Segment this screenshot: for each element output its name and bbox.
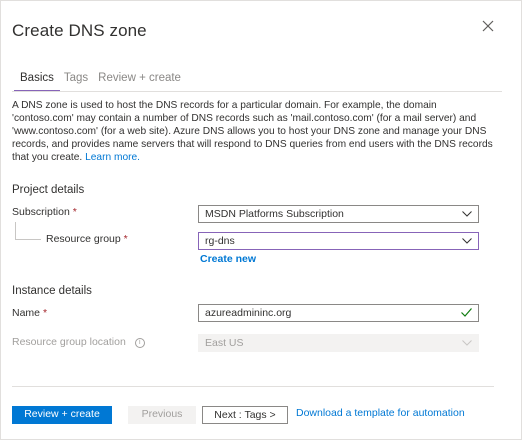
- name-label-text: Name: [12, 307, 41, 319]
- close-icon[interactable]: [480, 18, 496, 34]
- tab-divider: [12, 91, 502, 92]
- learn-more-link[interactable]: Learn more.: [85, 152, 140, 163]
- tab-review-create[interactable]: Review + create: [98, 72, 181, 90]
- next-tags-button[interactable]: Next : Tags >: [202, 406, 288, 424]
- resource-group-value: rg-dns: [205, 235, 235, 247]
- create-new-link[interactable]: Create new: [200, 253, 256, 265]
- chevron-down-icon: [462, 211, 472, 217]
- location-value: East US: [205, 337, 244, 349]
- name-input[interactable]: azureadmininc.org: [198, 304, 479, 322]
- required-marker: *: [123, 233, 128, 245]
- resource-group-select[interactable]: rg-dns: [198, 232, 479, 250]
- checkmark-icon: [461, 308, 472, 317]
- instance-details-heading: Instance details: [12, 285, 92, 297]
- previous-button: Previous: [128, 406, 196, 424]
- name-label: Name *: [12, 307, 47, 319]
- tab-bar: Basics Tags Review + create: [14, 72, 191, 92]
- subscription-label-text: Subscription: [12, 206, 70, 218]
- resource-group-label: Resource group *: [46, 233, 128, 245]
- description: A DNS zone is used to host the DNS recor…: [12, 99, 500, 164]
- subscription-select[interactable]: MSDN Platforms Subscription: [198, 205, 479, 223]
- name-value: azureadmininc.org: [205, 307, 292, 319]
- subscription-label: Subscription *: [12, 206, 77, 218]
- chevron-down-icon: [462, 340, 472, 346]
- required-marker: *: [72, 206, 77, 218]
- tab-tags[interactable]: Tags: [64, 72, 88, 90]
- project-details-heading: Project details: [12, 184, 85, 196]
- location-label: Resource group location i: [12, 336, 145, 348]
- page-title: Create DNS zone: [12, 21, 147, 40]
- required-marker: *: [42, 307, 48, 319]
- location-label-text: Resource group location: [12, 336, 126, 348]
- tree-connector: [15, 222, 41, 240]
- tab-basics[interactable]: Basics: [14, 72, 60, 92]
- resource-group-label-text: Resource group: [46, 233, 121, 245]
- location-select: East US: [198, 334, 479, 352]
- download-template-link[interactable]: Download a template for automation: [296, 407, 465, 419]
- subscription-value: MSDN Platforms Subscription: [205, 208, 344, 220]
- footer-divider: [12, 386, 494, 387]
- chevron-down-icon: [462, 238, 472, 244]
- review-create-button[interactable]: Review + create: [12, 406, 112, 424]
- info-icon[interactable]: i: [134, 338, 145, 348]
